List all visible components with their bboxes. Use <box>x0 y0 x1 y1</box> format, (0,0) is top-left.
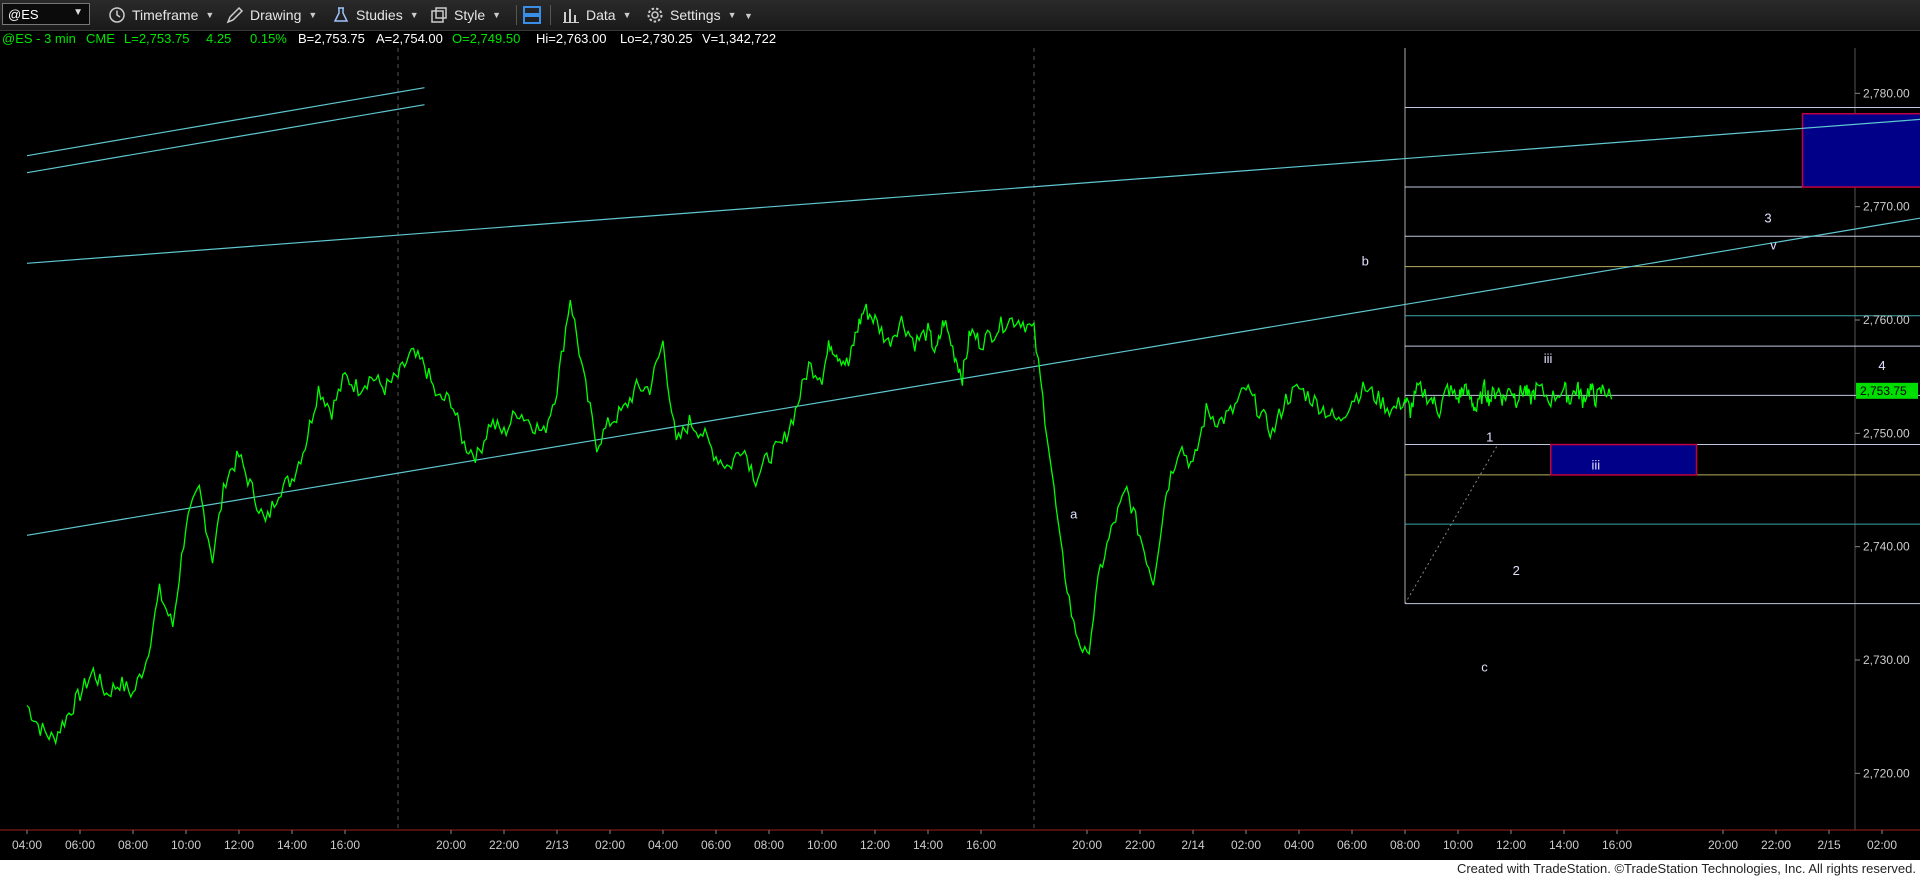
last-price-label: 2,753.75 <box>1860 384 1907 398</box>
wave-label: iii <box>1544 351 1553 366</box>
x-tick-label: 22:00 <box>1761 838 1791 852</box>
x-tick-label: 06:00 <box>65 838 95 852</box>
x-tick-label: 14:00 <box>1549 838 1579 852</box>
x-tick-label: 06:00 <box>1337 838 1367 852</box>
x-tick-label: 2/14 <box>1181 838 1205 852</box>
channel-line <box>26 104 425 174</box>
x-tick-label: 16:00 <box>1602 838 1632 852</box>
x-tick-label: 20:00 <box>1072 838 1102 852</box>
footer: Created with TradeStation. ©TradeStation… <box>0 860 1920 878</box>
x-tick-label: 04:00 <box>1284 838 1314 852</box>
channel-line <box>26 87 425 157</box>
x-tick-label: 08:00 <box>754 838 784 852</box>
x-tick-label: 10:00 <box>1443 838 1473 852</box>
x-tick-label: 12:00 <box>224 838 254 852</box>
x-tick-label: 16:00 <box>330 838 360 852</box>
x-tick-label: 22:00 <box>1125 838 1155 852</box>
wave-label: 3 <box>1764 211 1771 226</box>
wave-label: iii <box>1591 458 1600 473</box>
x-tick-label: 04:00 <box>648 838 678 852</box>
copyright-text: Created with TradeStation. ©TradeStation… <box>1456 861 1916 876</box>
wave-label: a <box>1070 506 1078 521</box>
x-tick-label: 10:00 <box>171 838 201 852</box>
target-box <box>1550 443 1698 476</box>
wave-label: c <box>1481 659 1488 674</box>
wave-label: b <box>1362 254 1369 269</box>
y-tick-label: 2,740.00 <box>1863 540 1910 554</box>
x-tick-label: 08:00 <box>1390 838 1420 852</box>
x-tick-label: 02:00 <box>595 838 625 852</box>
x-tick-label: 2/15 <box>1817 838 1841 852</box>
price-series-line <box>26 300 1613 746</box>
x-tick-label: 2/13 <box>545 838 569 852</box>
x-tick-label: 14:00 <box>277 838 307 852</box>
x-tick-label: 16:00 <box>966 838 996 852</box>
y-tick-label: 2,730.00 <box>1863 653 1910 667</box>
x-tick-label: 20:00 <box>1708 838 1738 852</box>
wave-label: v <box>1770 238 1777 253</box>
target-box <box>1801 112 1920 188</box>
x-tick-label: 14:00 <box>913 838 943 852</box>
wave-label: 1 <box>1486 429 1493 444</box>
x-tick-label: 04:00 <box>12 838 42 852</box>
y-tick-label: 2,760.00 <box>1863 313 1910 327</box>
x-tick-label: 20:00 <box>436 838 466 852</box>
wave-label: 2 <box>1513 563 1520 578</box>
y-tick-label: 2,750.00 <box>1863 426 1910 440</box>
x-tick-label: 12:00 <box>1496 838 1526 852</box>
x-tick-label: 12:00 <box>860 838 890 852</box>
y-tick-label: 2,720.00 <box>1863 766 1910 780</box>
x-tick-label: 02:00 <box>1867 838 1897 852</box>
x-tick-label: 06:00 <box>701 838 731 852</box>
y-tick-label: 2,770.00 <box>1863 200 1910 214</box>
x-tick-label: 02:00 <box>1231 838 1261 852</box>
y-tick-label: 2,780.00 <box>1863 86 1910 100</box>
x-tick-label: 22:00 <box>489 838 519 852</box>
price-chart[interactable]: 238.20% (2,778.75)200.00% (2,771.73)176.… <box>0 0 1920 860</box>
x-tick-label: 08:00 <box>118 838 148 852</box>
x-tick-label: 10:00 <box>807 838 837 852</box>
wave-label: 4 <box>1878 358 1885 373</box>
